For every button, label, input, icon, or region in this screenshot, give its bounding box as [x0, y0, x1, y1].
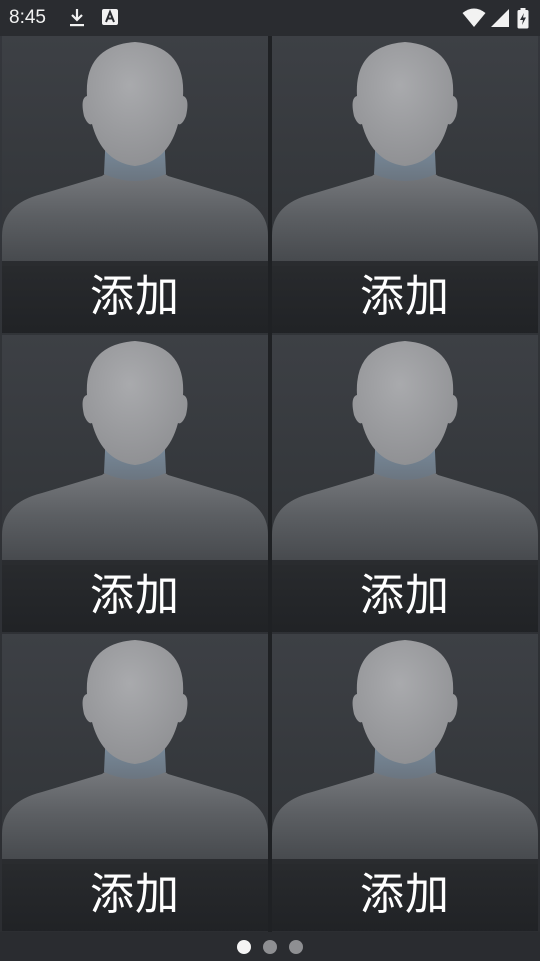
- page-dot[interactable]: [237, 939, 251, 954]
- battery-charging-icon: [517, 8, 529, 33]
- add-label: 添加: [360, 271, 450, 322]
- tile-label-band: 添加: [272, 261, 538, 333]
- contact-tile[interactable]: 添加: [272, 634, 538, 931]
- screen: 8:45 添加 添加 添加 添加 添加 添加: [0, 0, 540, 961]
- person-silhouette-icon: [2, 341, 268, 565]
- person-silhouette-icon: [272, 640, 538, 864]
- contact-tile[interactable]: 添加: [2, 36, 268, 333]
- tile-label-band: 添加: [2, 560, 268, 632]
- contact-tile[interactable]: 添加: [2, 335, 268, 632]
- person-silhouette-icon: [272, 42, 538, 266]
- page-dot[interactable]: [263, 939, 277, 954]
- signal-icon: [490, 8, 510, 32]
- tile-label-band: 添加: [272, 859, 538, 931]
- person-silhouette-icon: [272, 341, 538, 565]
- status-time: 8:45: [9, 7, 46, 28]
- add-label: 添加: [360, 570, 450, 621]
- add-label: 添加: [90, 271, 180, 322]
- person-silhouette-icon: [2, 640, 268, 864]
- status-bar: 8:45: [0, 0, 540, 36]
- contact-grid: 添加 添加 添加 添加 添加 添加: [2, 36, 538, 932]
- contact-tile[interactable]: 添加: [272, 36, 538, 333]
- add-label: 添加: [90, 869, 180, 920]
- page-indicator: [0, 932, 540, 961]
- add-label: 添加: [360, 869, 450, 920]
- grid-divider: [268, 36, 272, 932]
- contact-tile[interactable]: 添加: [2, 634, 268, 931]
- person-silhouette-icon: [2, 42, 268, 266]
- wifi-icon: [462, 8, 486, 32]
- tile-label-band: 添加: [2, 859, 268, 931]
- tile-label-band: 添加: [272, 560, 538, 632]
- add-label: 添加: [90, 570, 180, 621]
- page-dot[interactable]: [289, 939, 303, 954]
- contact-tile[interactable]: 添加: [272, 335, 538, 632]
- a-icon: [101, 8, 119, 30]
- tile-label-band: 添加: [2, 261, 268, 333]
- download-icon: [68, 8, 86, 32]
